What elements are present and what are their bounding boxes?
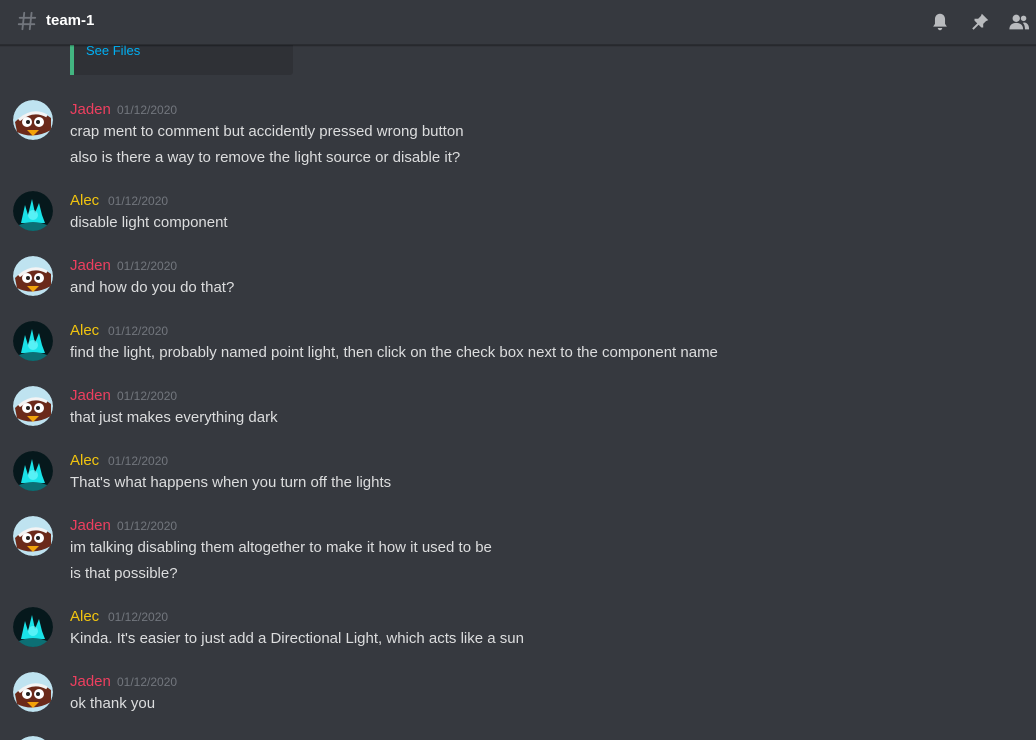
avatar-jaden[interactable] — [13, 256, 53, 296]
username[interactable]: Jaden — [70, 516, 111, 536]
channel-name: team-1 — [46, 12, 95, 29]
message-text: is that possible? — [70, 565, 178, 582]
message-text: disable light component — [70, 214, 228, 231]
message-text: and how do you do that? — [70, 279, 235, 296]
message-timestamp: 01/12/2020 — [117, 259, 178, 273]
message-timestamp: 01/12/2020 — [108, 610, 169, 624]
message-timestamp: 01/12/2020 — [117, 389, 178, 403]
chat-window: See Files Jaden 01/12/2020 crap ment to … — [0, 0, 1036, 740]
message-text: that just makes everything dark — [70, 409, 278, 426]
message-timestamp: 01/12/2020 — [108, 194, 169, 208]
username[interactable]: Jaden — [70, 256, 111, 276]
members-icon[interactable] — [1008, 11, 1030, 33]
jaden-avatar-icon — [13, 100, 53, 140]
message-text: also is there a way to remove the light … — [70, 149, 461, 166]
avatar-alec[interactable] — [13, 191, 53, 231]
alec-avatar-icon — [13, 607, 53, 647]
see-files-link[interactable]: See Files — [86, 43, 140, 59]
bell-icon[interactable] — [929, 11, 951, 33]
message-text: find the light, probably named point lig… — [70, 344, 718, 361]
avatar-jaden[interactable] — [13, 100, 53, 140]
username[interactable]: Alec — [70, 191, 99, 211]
username[interactable]: Jaden — [70, 672, 111, 692]
alec-avatar-icon — [13, 451, 53, 491]
username[interactable]: Alec — [70, 451, 99, 471]
channel-header: team-1 — [0, 0, 1036, 45]
jaden-avatar-icon — [13, 672, 53, 712]
avatar-alec[interactable] — [13, 607, 53, 647]
avatar-jaden[interactable] — [13, 516, 53, 556]
hash-icon — [17, 11, 37, 31]
alec-avatar-icon — [13, 191, 53, 231]
avatar-alec[interactable] — [13, 451, 53, 491]
username[interactable]: Alec — [70, 607, 99, 627]
message-text: crap ment to comment but accidently pres… — [70, 123, 464, 140]
avatar-partial[interactable] — [13, 736, 53, 740]
message-text: That's what happens when you turn off th… — [70, 474, 392, 491]
message-timestamp: 01/12/2020 — [117, 519, 178, 533]
username[interactable]: Jaden — [70, 100, 111, 120]
message-text: Kinda. It's easier to just add a Directi… — [70, 630, 524, 647]
username[interactable]: Jaden — [70, 386, 111, 406]
jaden-avatar-icon — [13, 256, 53, 296]
avatar-alec[interactable] — [13, 321, 53, 361]
message-timestamp: 01/12/2020 — [117, 675, 178, 689]
jaden-avatar-icon — [13, 386, 53, 426]
avatar-jaden[interactable] — [13, 386, 53, 426]
partial-avatar-icon — [21, 736, 45, 740]
avatar-jaden[interactable] — [13, 672, 53, 712]
message-timestamp: 01/12/2020 — [117, 103, 178, 117]
message-text: im talking disabling them altogether to … — [70, 539, 492, 556]
pin-icon[interactable] — [969, 11, 991, 33]
alec-avatar-icon — [13, 321, 53, 361]
jaden-avatar-icon — [13, 516, 53, 556]
message-text: ok thank you — [70, 695, 156, 712]
message-timestamp: 01/12/2020 — [108, 324, 169, 338]
username[interactable]: Alec — [70, 321, 99, 341]
message-timestamp: 01/12/2020 — [108, 454, 169, 468]
